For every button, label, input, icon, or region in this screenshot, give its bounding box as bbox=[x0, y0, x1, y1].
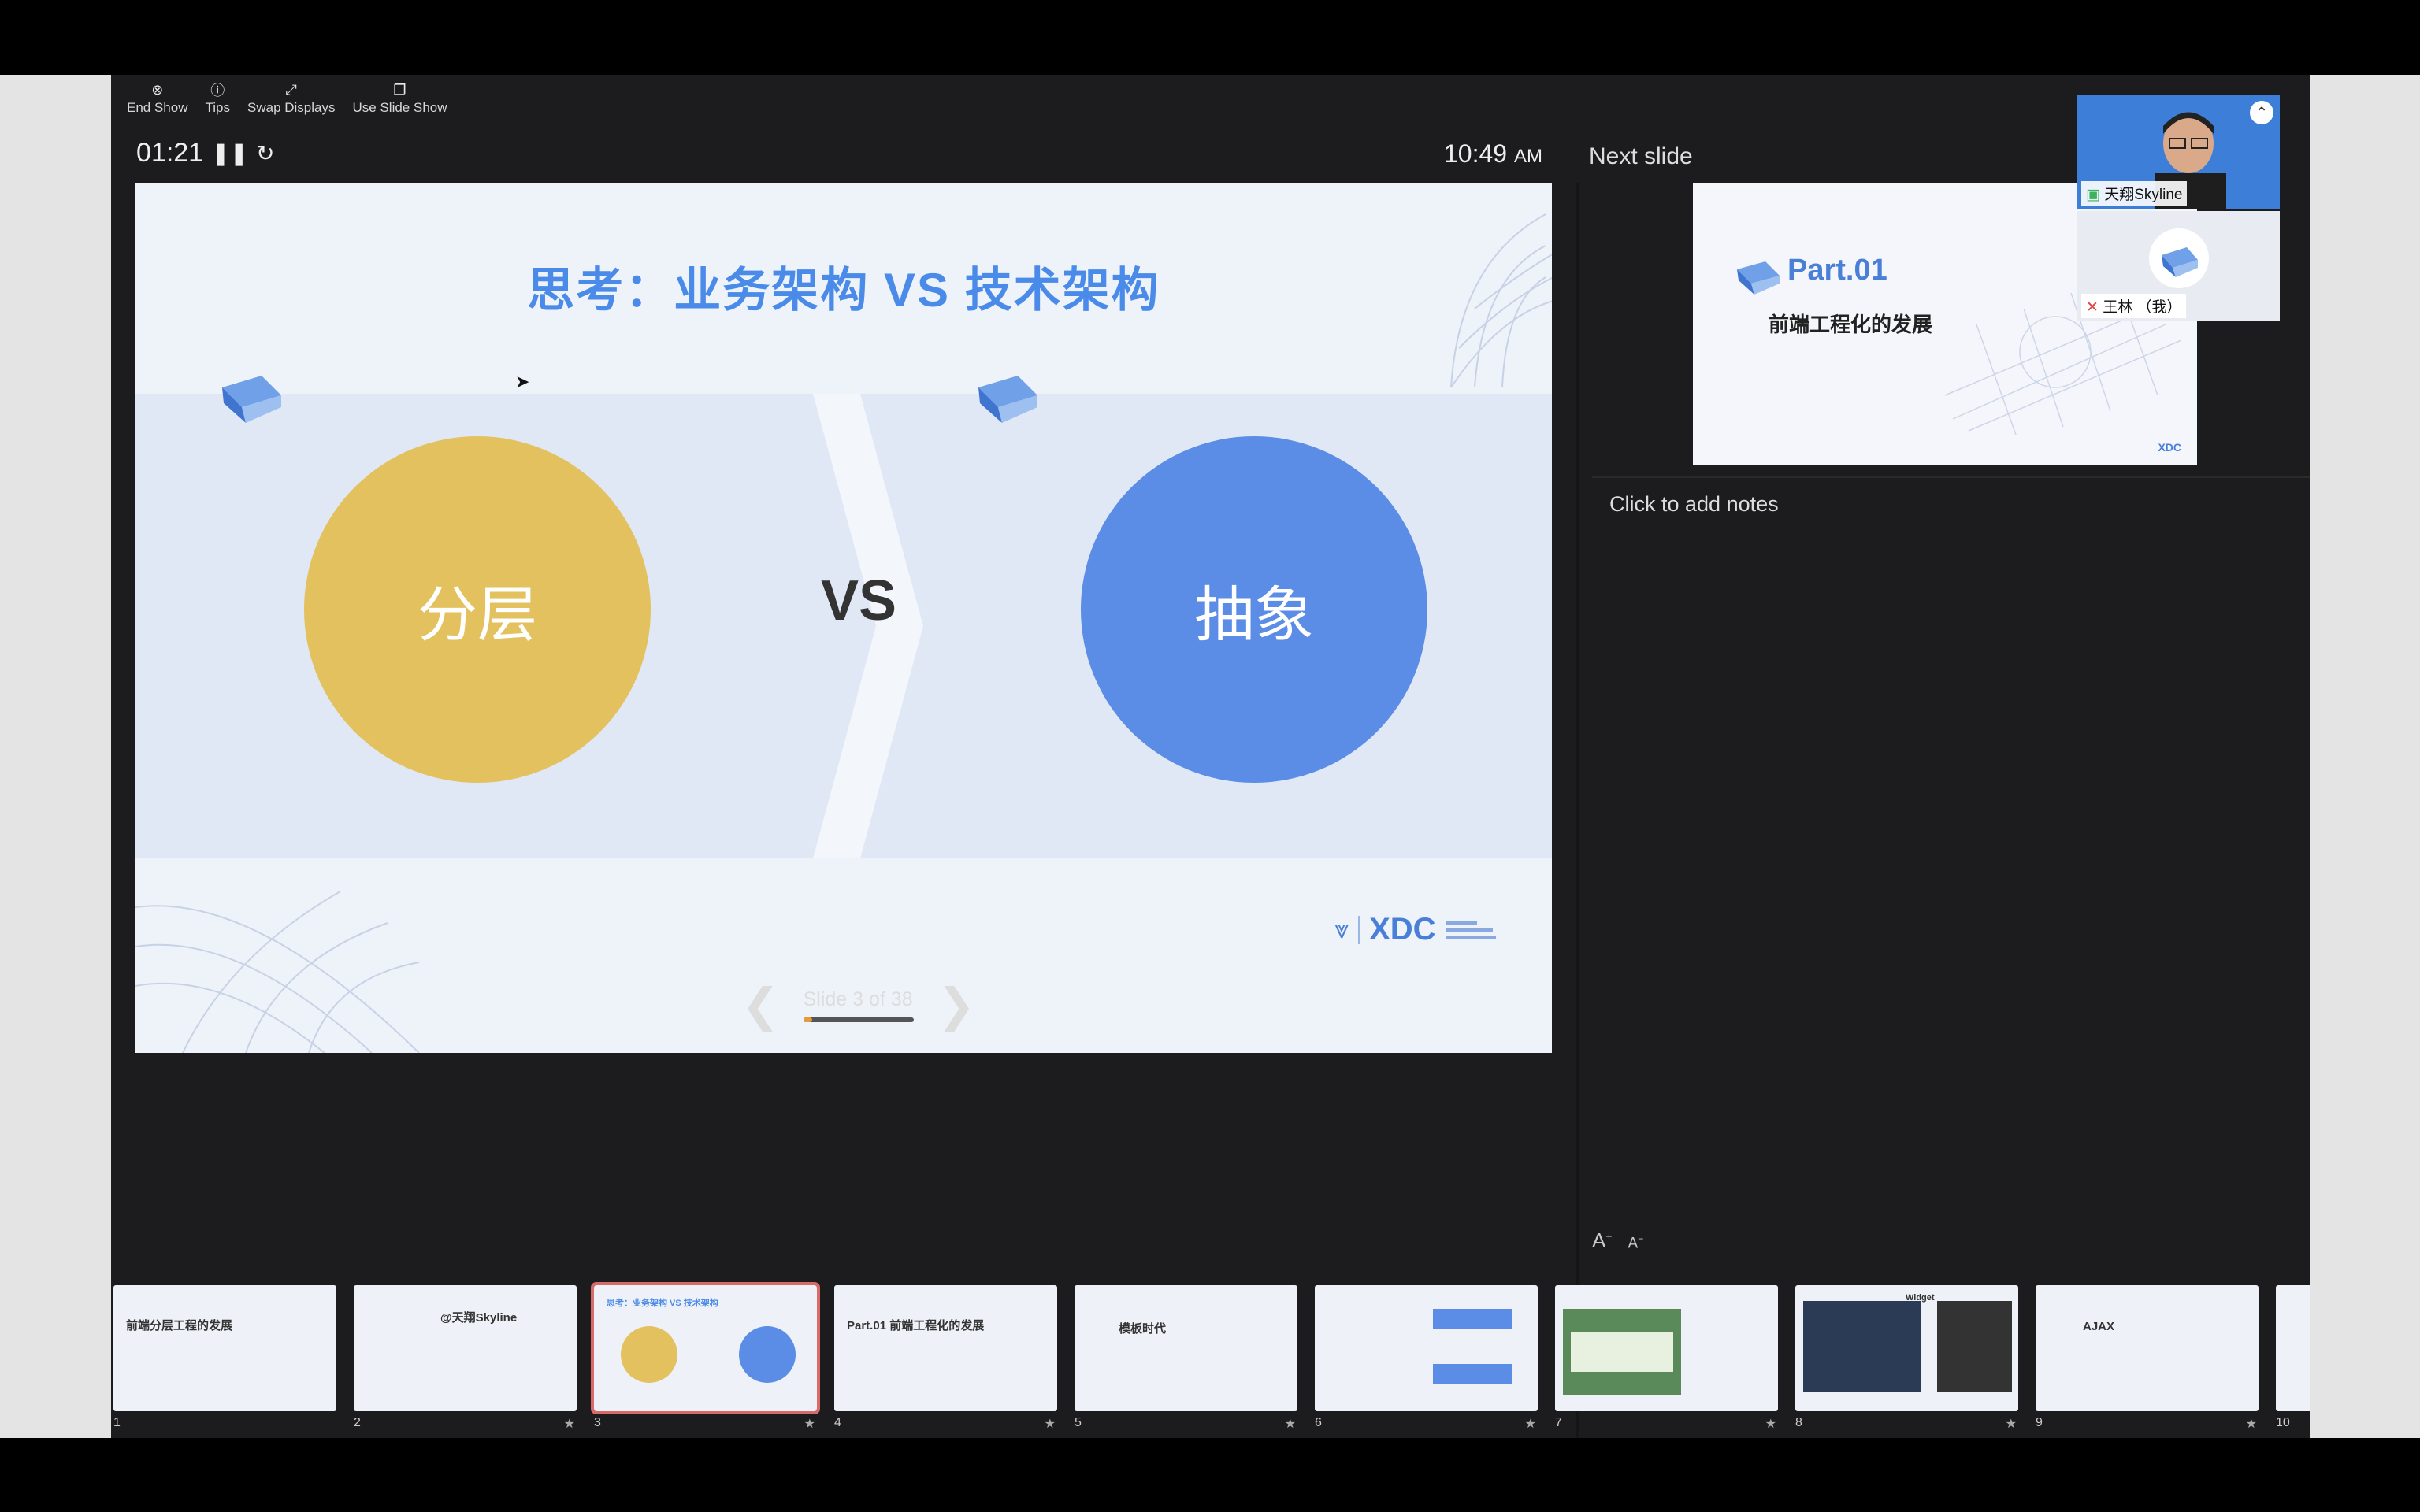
panel-divider[interactable] bbox=[1576, 183, 1579, 1438]
screen-top-bar bbox=[0, 0, 2420, 75]
use-slide-show-button[interactable]: ❐ Use Slide Show bbox=[353, 81, 447, 116]
increase-font-button[interactable]: A+ bbox=[1592, 1228, 1613, 1253]
cube-logo-icon bbox=[2162, 247, 2198, 277]
participant-name: ▣ 天翔Skyline bbox=[2081, 181, 2188, 206]
clock: 10:49 AM bbox=[1444, 139, 1542, 168]
desktop-right-edge bbox=[2310, 75, 2420, 1438]
star-icon: ★ bbox=[1765, 1418, 1776, 1431]
next-slide-subtitle: 前端工程化的发展 bbox=[1769, 313, 1933, 336]
slide-thumbnail[interactable]: 10 bbox=[2276, 1285, 2310, 1429]
star-icon: ★ bbox=[1284, 1418, 1296, 1431]
thumbnail-boxes bbox=[1433, 1309, 1512, 1384]
end-show-button[interactable]: ⊗ End Show bbox=[127, 81, 188, 116]
participant-name: ✕ 王林 （我） bbox=[2081, 294, 2187, 318]
xdc-logo: ⩔ XDC bbox=[1334, 912, 1496, 947]
thumbnail-circles bbox=[621, 1326, 796, 1383]
slide-thumbnail[interactable]: 模板时代 5 ★ bbox=[1075, 1285, 1297, 1431]
swap-displays-button[interactable]: ⤢ Swap Displays bbox=[247, 81, 336, 116]
presenter-view: ⊗ End Show ⓘ Tips ⤢ Swap Displays ❐ Use … bbox=[111, 75, 2310, 1438]
logo-divider bbox=[1358, 915, 1360, 944]
slide-thumbnail[interactable]: 6 ★ bbox=[1315, 1285, 1538, 1431]
close-circle-icon: ⊗ bbox=[151, 81, 164, 98]
slide-thumbnail[interactable]: @天翔Skyline 2 ★ bbox=[354, 1285, 577, 1431]
next-slide-label: Next slide bbox=[1589, 143, 1693, 169]
current-slide[interactable]: 思考：业务架构 VS 技术架构 分层 VS 抽象 ⩔ XDC ➤ bbox=[135, 183, 1552, 1053]
star-icon: ★ bbox=[2005, 1418, 2017, 1431]
tips-button[interactable]: ⓘ Tips bbox=[206, 81, 231, 116]
elapsed-time: 01:21 bbox=[136, 138, 204, 168]
vs-label: VS bbox=[821, 569, 897, 632]
logo-fineprint bbox=[1445, 921, 1496, 939]
notes-divider bbox=[1592, 476, 2310, 478]
screen-bottom-bar bbox=[0, 1438, 2420, 1512]
next-slide-arrow[interactable]: ❯ bbox=[937, 982, 976, 1028]
presenter-toolbar: ⊗ End Show ⓘ Tips ⤢ Swap Displays ❐ Use … bbox=[127, 81, 447, 116]
screen-share-icon: ▣ bbox=[2086, 187, 2100, 203]
decrease-font-button[interactable]: A− bbox=[1628, 1233, 1644, 1252]
info-icon: ⓘ bbox=[210, 83, 225, 98]
thumbnail-diagram bbox=[1563, 1309, 1681, 1395]
layering-circle: 分层 bbox=[304, 436, 651, 783]
notes-area[interactable]: Click to add notes bbox=[1609, 492, 1779, 517]
grid-globe-decoration bbox=[135, 891, 420, 1053]
participant-tile-self[interactable]: ✕ 王林 （我） bbox=[2077, 211, 2280, 321]
previous-slide-arrow[interactable]: ❮ bbox=[741, 982, 780, 1028]
slide-thumbnail[interactable]: AJAX 9 ★ bbox=[2036, 1285, 2259, 1431]
collapse-chevron-up-icon[interactable]: ⌃ bbox=[2250, 101, 2273, 124]
slide-progress-bar bbox=[803, 1017, 914, 1022]
cube-decoration-icon bbox=[1737, 261, 1780, 295]
slide-title: 思考：业务架构 VS 技术架构 bbox=[527, 264, 1160, 317]
elapsed-timer: 01:21 ❚❚ ↻ bbox=[136, 138, 274, 169]
star-icon: ★ bbox=[804, 1418, 815, 1431]
slide-thumbnail-strip: 前端分层工程的发展 1 @天翔Skyline 2 ★ 思考：业务架构 VS 技术架构 3… bbox=[113, 1282, 2310, 1431]
pause-icon[interactable]: ❚❚ bbox=[211, 140, 248, 166]
star-icon: ★ bbox=[1524, 1418, 1536, 1431]
abstraction-circle: 抽象 bbox=[1081, 436, 1427, 783]
window-icon: ❐ bbox=[393, 81, 406, 98]
star-icon: ★ bbox=[2245, 1418, 2257, 1431]
reset-icon[interactable]: ↻ bbox=[256, 140, 274, 166]
star-icon: ★ bbox=[1044, 1418, 1056, 1431]
cube-decoration-icon bbox=[978, 376, 1037, 423]
swap-icon: ⤢ bbox=[285, 81, 297, 98]
cube-decoration-icon bbox=[222, 376, 281, 423]
slide-progress-fill bbox=[803, 1017, 812, 1022]
slide-thumbnail[interactable]: Widget 8 ★ bbox=[1795, 1285, 2018, 1431]
slide-thumbnail[interactable]: 7 ★ bbox=[1555, 1285, 1778, 1431]
slide-counter: Slide 3 of 38 bbox=[803, 988, 914, 1022]
xdc-logo-icon: ⩔ bbox=[1334, 914, 1349, 943]
slide-thumbnail[interactable]: Part.01 前端工程化的发展 4 ★ bbox=[834, 1285, 1057, 1431]
mouse-cursor: ➤ bbox=[515, 372, 530, 391]
avatar bbox=[2149, 228, 2209, 288]
participant-video-skyline[interactable]: ⌃ ▣ 天翔Skyline bbox=[2077, 94, 2280, 209]
thumbnail-screens bbox=[1803, 1301, 2012, 1392]
slide-navigation: ❮ Slide 3 of 38 ❯ bbox=[741, 982, 976, 1028]
next-slide-logo: XDC bbox=[2158, 441, 2181, 454]
font-size-controls: A+ A− bbox=[1592, 1228, 1643, 1253]
slide-thumbnail[interactable]: 前端分层工程的发展 1 bbox=[113, 1285, 336, 1429]
star-icon: ★ bbox=[563, 1418, 575, 1431]
mic-muted-icon: ✕ bbox=[2086, 299, 2099, 316]
next-slide-part: Part.01 bbox=[1787, 254, 1887, 287]
desktop-left-edge bbox=[0, 75, 111, 1438]
slide-thumbnail-active[interactable]: 思考：业务架构 VS 技术架构 3 ★ bbox=[591, 1282, 820, 1431]
